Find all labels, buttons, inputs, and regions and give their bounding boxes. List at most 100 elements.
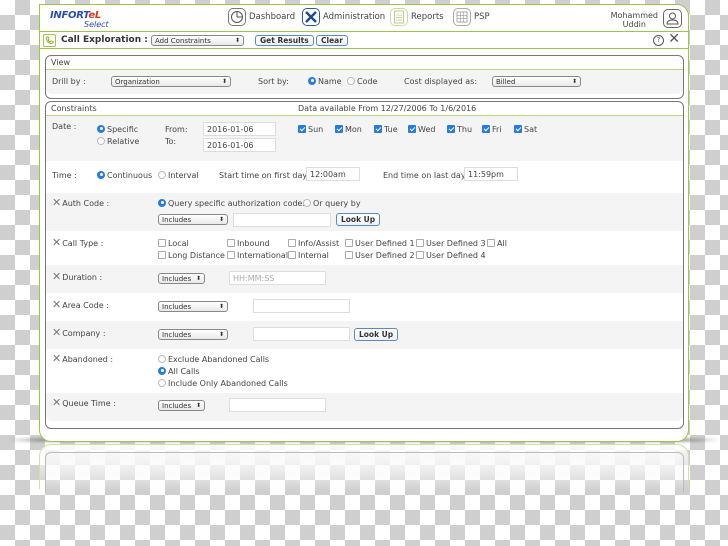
time-interval-label: Interval [168,171,199,180]
select-arrows-icon: ⬍ [234,37,240,44]
day-thu-checkbox[interactable]: Thu [447,124,472,134]
day-sun-label: Sun [308,125,324,134]
duration-includes-value: Includes [162,274,192,283]
time-interval-radio[interactable]: Interval [158,170,199,180]
checkbox-unchecked-icon [416,250,424,259]
day-sat-checkbox[interactable]: Sat [514,124,537,134]
nav-administration[interactable]: Administration [302,8,385,26]
duration-input[interactable]: HH:MM:SS [229,271,326,285]
checkbox-checked-icon [298,124,306,133]
exclude-abandoned-radio[interactable]: Exclude Abandoned Calls [158,354,269,364]
clear-button[interactable]: Clear [316,35,348,46]
sort-code-radio[interactable]: Code [347,76,377,86]
day-fri-checkbox[interactable]: Fri [482,124,502,134]
time-label: Time : [52,171,77,180]
checkbox-unchecked-icon [345,238,353,247]
queue-time-includes-select[interactable]: Includes ⬍ [158,400,205,411]
company-input[interactable] [253,327,350,341]
company-includes-select[interactable]: Includes ⬍ [158,329,228,340]
call-type-label-group: ✕Call Type : [52,236,103,249]
add-constraints-select[interactable]: Add Constraints ⬍ [151,35,244,46]
call-type-checkbox[interactable]: Local [158,238,189,248]
queue-time-label: Queue Time : [62,399,116,408]
user-name[interactable]: Mohammed Uddin [611,11,658,29]
call-type-checkbox[interactable]: All [487,238,507,248]
call-type-ud2-label: User Defined 2 [355,251,415,260]
query-specific-radio[interactable]: Query specific authorization codes [158,198,307,208]
call-type-checkbox[interactable]: User Defined 3 [416,238,486,248]
call-type-checkbox[interactable]: Info/Assist [288,238,339,248]
call-type-internal-label: Internal [298,251,329,260]
constraints-panel: Constraints Data available From 12/27/20… [45,101,684,429]
cost-displayed-select[interactable]: Billed ⬍ [492,76,581,87]
nav-administration-label: Administration [323,12,386,22]
all-calls-radio[interactable]: All Calls [158,366,200,376]
remove-constraint-icon[interactable]: ✕ [52,298,61,311]
end-time-input[interactable]: 11:59pm [464,167,518,181]
nav-reports[interactable]: Reports [390,8,444,26]
remove-constraint-icon[interactable]: ✕ [52,352,61,365]
close-icon[interactable]: ✕ [668,32,680,46]
auth-code-row: ✕Auth Code : Query specific authorizatio… [46,193,683,231]
auth-code-input[interactable] [233,213,331,227]
area-code-input[interactable] [253,299,350,313]
remove-constraint-icon[interactable]: ✕ [52,236,61,249]
checkbox-unchecked-icon [158,250,166,259]
call-type-checkbox[interactable]: User Defined 1 [345,238,415,248]
duration-includes-select[interactable]: Includes ⬍ [158,273,205,284]
remove-constraint-icon[interactable]: ✕ [52,270,61,283]
checkbox-unchecked-icon [416,238,424,247]
get-results-button[interactable]: Get Results [255,35,314,46]
start-time-input[interactable]: 12:00am [306,167,360,181]
radio-unchecked-icon [158,354,166,363]
time-continuous-radio[interactable]: Continuous [97,170,152,180]
nav-dashboard[interactable]: Dashboard [228,8,295,26]
logo-main-text: INFORT [50,10,89,21]
sort-name-radio[interactable]: Name [308,76,342,86]
remove-constraint-icon[interactable]: ✕ [52,326,61,339]
radio-unchecked-icon [158,378,166,387]
checkbox-checked-icon [514,124,522,133]
nav-psp[interactable]: PSP [453,8,490,26]
help-icon[interactable]: ? [653,35,664,46]
duration-row: ✕Duration : Includes ⬍ HH:MM:SS [46,265,683,293]
select-arrows-icon: ⬍ [195,275,201,282]
query-by-radio[interactable]: Or query by [303,198,361,208]
day-wed-checkbox[interactable]: Wed [408,124,436,134]
date-to-input[interactable]: 2016-01-06 [203,138,276,152]
duration-label: Duration : [62,273,103,282]
nav-psp-label: PSP [474,12,490,22]
call-type-checkbox[interactable]: Internal [288,250,329,260]
constraints-heading-text: Constraints [51,104,97,113]
call-type-checkbox[interactable]: Long Distance [158,250,225,260]
call-type-checkbox[interactable]: International [227,250,289,260]
call-type-checkbox[interactable]: User Defined 4 [416,250,486,260]
checkbox-checked-icon [335,124,343,133]
include-only-abandoned-radio[interactable]: Include Only Abandoned Calls [158,378,288,388]
date-relative-radio[interactable]: Relative [97,136,140,146]
call-type-ud4-label: User Defined 4 [426,251,486,260]
day-wed-label: Wed [418,125,436,134]
area-code-includes-select[interactable]: Includes ⬍ [158,301,228,312]
drill-by-select[interactable]: Organization ⬍ [111,76,231,87]
call-type-checkbox[interactable]: Inbound [227,238,270,248]
day-sun-checkbox[interactable]: Sun [298,124,324,134]
remove-constraint-icon[interactable]: ✕ [52,396,61,409]
company-includes-value: Includes [162,330,192,339]
date-relative-label: Relative [107,137,140,146]
tools-icon [302,8,320,26]
remove-constraint-icon[interactable]: ✕ [52,196,61,209]
date-specific-radio[interactable]: Specific [97,124,138,134]
call-type-checkbox[interactable]: User Defined 2 [345,250,415,260]
date-from-input[interactable]: 2016-01-06 [203,122,276,136]
auth-code-includes-select[interactable]: Includes ⬍ [158,214,228,225]
day-tue-checkbox[interactable]: Tue [374,124,398,134]
day-mon-checkbox[interactable]: Mon [335,124,362,134]
company-lookup-button[interactable]: Look Up [354,328,399,341]
checkbox-checked-icon [408,124,416,133]
call-type-international-label: International [237,251,289,260]
auth-code-lookup-button[interactable]: Look Up [336,213,381,226]
queue-time-input[interactable] [229,398,326,412]
to-label: To: [165,137,177,146]
user-avatar-icon[interactable] [663,9,682,28]
